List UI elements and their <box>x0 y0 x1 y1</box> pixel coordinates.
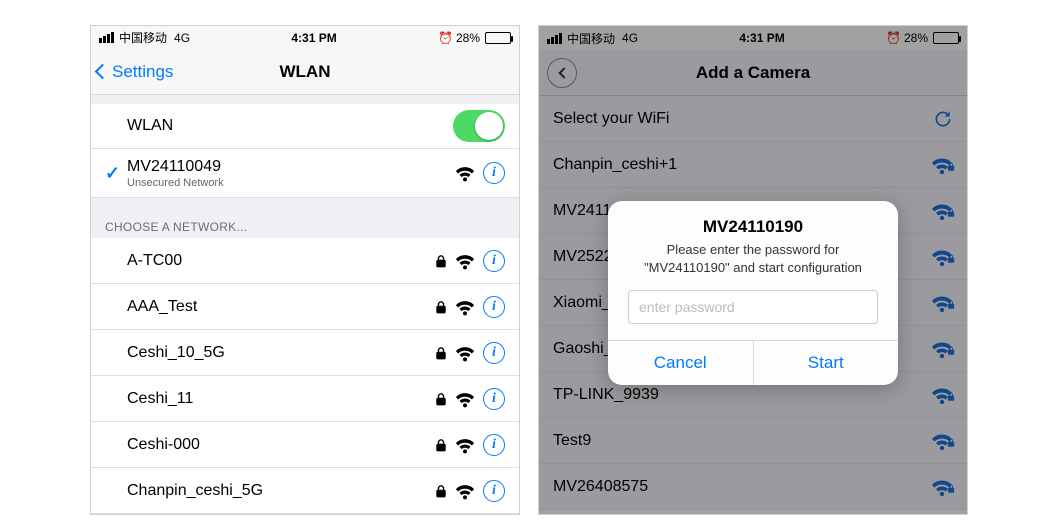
wifi-icon <box>455 164 475 182</box>
network-list: A-TC00iAAA_TestiCeshi_10_5GiCeshi_11iCes… <box>91 238 519 514</box>
wlan-row-label: WLAN <box>127 117 453 135</box>
network-row[interactable]: AAA_Test i <box>91 284 519 330</box>
battery-pct-label: 28% <box>456 31 480 45</box>
network-ssid-label: AAA_Test <box>127 298 435 316</box>
checkmark-icon: ✓ <box>105 163 127 184</box>
start-button[interactable]: Start <box>753 341 899 385</box>
network-row[interactable]: Chanpin_ceshi_5G i <box>91 468 519 514</box>
screen-wlan-settings: 中国移动 4G 4:31 PM ⏰ 28% Settings WLAN WLAN <box>90 25 520 515</box>
page-title: WLAN <box>280 62 331 82</box>
modal-title: MV24110190 <box>608 201 898 241</box>
network-ssid-label: Ceshi_11 <box>127 390 435 408</box>
info-icon[interactable]: i <box>483 434 505 456</box>
nav-header: Settings WLAN <box>91 50 519 95</box>
network-ssid-label: Ceshi_10_5G <box>127 344 435 362</box>
wlan-toggle-row: WLAN <box>91 104 519 149</box>
wlan-toggle[interactable] <box>453 110 505 142</box>
lock-icon <box>435 300 447 314</box>
lock-icon <box>435 346 447 360</box>
info-icon[interactable]: i <box>483 250 505 272</box>
lock-icon <box>435 484 447 498</box>
password-input[interactable] <box>628 290 878 324</box>
battery-icon <box>485 32 511 44</box>
cancel-button[interactable]: Cancel <box>608 341 753 385</box>
signal-icon <box>99 32 114 43</box>
lock-icon <box>435 392 447 406</box>
wifi-icon <box>455 252 475 270</box>
modal-message: Please enter the password for "MV2411019… <box>608 241 898 290</box>
network-row[interactable]: Ceshi_10_5G i <box>91 330 519 376</box>
clock-label: 4:31 PM <box>291 31 336 45</box>
lock-icon <box>435 254 447 268</box>
carrier-label: 中国移动 <box>119 29 167 46</box>
connected-network-row[interactable]: ✓ MV24110049 Unsecured Network i <box>91 149 519 198</box>
choose-network-header: CHOOSE A NETWORK... <box>91 198 519 238</box>
network-ssid-label: Chanpin_ceshi_5G <box>127 482 435 500</box>
network-ssid-label: Ceshi-000 <box>127 436 435 454</box>
network-ssid-label: A-TC00 <box>127 252 435 270</box>
wifi-icon <box>455 482 475 500</box>
wifi-icon <box>455 436 475 454</box>
password-modal: MV24110190 Please enter the password for… <box>608 201 898 385</box>
wifi-icon <box>455 390 475 408</box>
chevron-left-icon <box>95 64 111 80</box>
network-row[interactable]: Ceshi_11 i <box>91 376 519 422</box>
lock-icon <box>435 438 447 452</box>
info-icon[interactable]: i <box>483 162 505 184</box>
status-bar: 中国移动 4G 4:31 PM ⏰ 28% <box>91 26 519 50</box>
network-type-label: 4G <box>174 31 190 45</box>
info-icon[interactable]: i <box>483 480 505 502</box>
back-label: Settings <box>112 62 173 82</box>
network-row[interactable]: Ceshi-000 i <box>91 422 519 468</box>
connected-subtitle: Unsecured Network <box>127 177 455 189</box>
info-icon[interactable]: i <box>483 296 505 318</box>
back-to-settings-button[interactable]: Settings <box>97 50 173 94</box>
wifi-icon <box>455 298 475 316</box>
screen-add-camera: 中国移动 4G 4:31 PM ⏰ 28% Add a Camera Selec… <box>538 25 968 515</box>
connected-ssid-label: MV24110049 <box>127 158 455 176</box>
wifi-icon <box>455 344 475 362</box>
info-icon[interactable]: i <box>483 342 505 364</box>
alarm-icon: ⏰ <box>438 31 453 45</box>
info-icon[interactable]: i <box>483 388 505 410</box>
network-row[interactable]: A-TC00 i <box>91 238 519 284</box>
